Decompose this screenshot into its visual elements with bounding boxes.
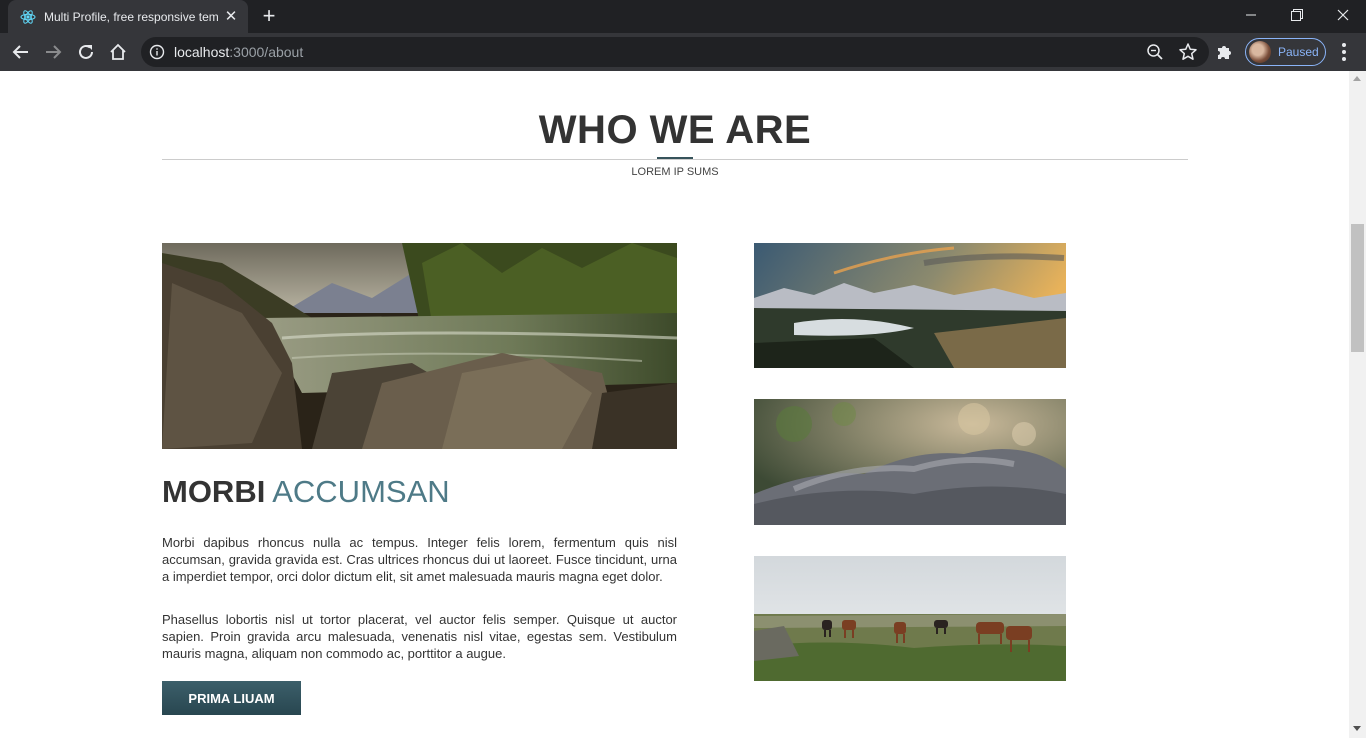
browser-menu-icon[interactable] xyxy=(1334,39,1354,65)
profile-status-label: Paused xyxy=(1278,45,1319,59)
forward-icon[interactable] xyxy=(40,39,66,65)
url-host: localhost xyxy=(174,44,230,60)
horses-meadow-image xyxy=(754,556,1066,681)
home-icon[interactable] xyxy=(105,39,131,65)
browser-titlebar: Multi Profile, free responsive tem ✕ + xyxy=(0,0,1366,33)
mountain-sunset-image xyxy=(754,243,1066,368)
paragraph-2: Phasellus lobortis nisl ut tortor placer… xyxy=(162,612,677,661)
back-icon[interactable] xyxy=(8,39,34,65)
page-subtitle: LOREM IP SUMS xyxy=(631,166,719,178)
section-title: MORBI ACCUMSAN xyxy=(162,474,450,510)
close-window-icon[interactable] xyxy=(1320,0,1366,30)
bookmark-star-icon[interactable] xyxy=(1178,42,1198,62)
heading-divider xyxy=(162,159,1188,160)
page-content: WHO WE ARE LOREM IP SUMS MORBI ACCUMSAN … xyxy=(0,71,1349,738)
react-favicon-icon xyxy=(20,9,36,25)
prima-liuam-button[interactable]: PRIMA LIUAM xyxy=(162,681,301,715)
section-title-light: ACCUMSAN xyxy=(272,474,450,509)
tab-close-icon[interactable]: ✕ xyxy=(222,8,240,25)
scroll-down-arrow-icon[interactable] xyxy=(1353,726,1361,731)
extensions-puzzle-icon[interactable] xyxy=(1215,42,1235,62)
section-title-bold: MORBI xyxy=(162,474,266,509)
paragraph-1: Morbi dapibus rhoncus nulla ac tempus. I… xyxy=(162,535,677,584)
browser-tab[interactable]: Multi Profile, free responsive tem ✕ xyxy=(8,0,248,33)
page-title: WHO WE ARE xyxy=(538,108,812,152)
heading-accent-bar xyxy=(657,157,693,159)
address-bar[interactable]: localhost:3000/about xyxy=(141,37,1209,67)
restore-icon[interactable] xyxy=(1274,0,1320,30)
url-text: localhost:3000/about xyxy=(174,44,303,60)
browser-toolbar: localhost:3000/about Paused xyxy=(0,33,1366,71)
zoom-icon[interactable] xyxy=(1146,43,1164,61)
scrollbar-thumb[interactable] xyxy=(1351,224,1364,352)
url-path: :3000/about xyxy=(229,44,304,60)
river-rocks-image xyxy=(162,243,677,449)
minimize-icon[interactable] xyxy=(1228,0,1274,30)
tab-title: Multi Profile, free responsive tem xyxy=(44,9,219,24)
mossy-rock-image xyxy=(754,399,1066,525)
reload-icon[interactable] xyxy=(73,39,99,65)
site-info-icon[interactable] xyxy=(149,44,165,60)
new-tab-button[interactable]: + xyxy=(257,5,281,29)
profile-button[interactable]: Paused xyxy=(1245,38,1326,66)
scroll-up-arrow-icon[interactable] xyxy=(1353,76,1361,81)
avatar xyxy=(1249,41,1271,63)
page-scrollbar[interactable] xyxy=(1349,71,1366,738)
